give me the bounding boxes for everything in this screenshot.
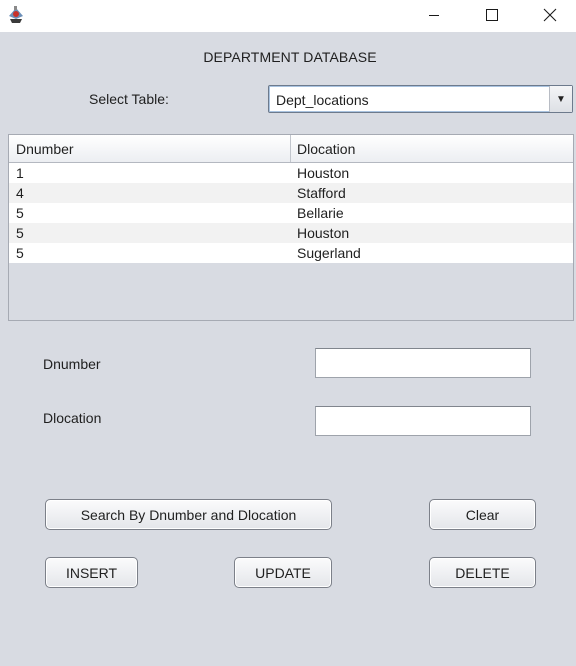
close-button[interactable] [521, 0, 576, 30]
maximize-button[interactable] [463, 0, 521, 30]
maximize-icon [486, 9, 498, 21]
cell-dnumber: 5 [16, 205, 24, 221]
table-row[interactable]: 4 Stafford [9, 183, 573, 203]
table-select[interactable]: Dept_locations ▼ [268, 85, 573, 113]
dnumber-label: Dnumber [43, 356, 101, 372]
table-header: Dnumber Dlocation [9, 135, 573, 163]
table-select-value: Dept_locations [276, 92, 369, 108]
insert-button[interactable]: INSERT [45, 557, 138, 588]
cell-dnumber: 5 [16, 245, 24, 261]
chevron-down-icon[interactable]: ▼ [549, 86, 572, 112]
dlocation-label: Dlocation [43, 410, 102, 426]
column-divider[interactable] [290, 135, 291, 162]
minimize-icon [428, 9, 440, 21]
close-icon [543, 8, 557, 22]
cell-dnumber: 5 [16, 225, 24, 241]
cell-dlocation: Houston [297, 225, 350, 241]
table-row[interactable]: 1 Houston [9, 163, 573, 183]
cell-dlocation: Bellarie [297, 205, 344, 221]
minimize-button[interactable] [405, 0, 463, 30]
delete-button[interactable]: DELETE [429, 557, 536, 588]
clear-button[interactable]: Clear [429, 499, 536, 530]
table-row[interactable]: 5 Bellarie [9, 203, 573, 223]
dnumber-field[interactable] [315, 348, 531, 378]
update-button[interactable]: UPDATE [234, 557, 332, 588]
cell-dnumber: 1 [16, 165, 24, 181]
column-header-dnumber[interactable]: Dnumber [16, 141, 74, 157]
java-cup-icon[interactable] [6, 5, 26, 25]
column-header-dlocation[interactable]: Dlocation [297, 141, 355, 157]
cell-dlocation: Sugerland [297, 245, 361, 261]
search-button[interactable]: Search By Dnumber and Dlocation [45, 499, 332, 530]
table-row[interactable]: 5 Houston [9, 223, 573, 243]
select-table-label: Select Table: [89, 91, 169, 107]
data-table: Dnumber Dlocation 1 Houston 4 Stafford 5… [8, 134, 574, 321]
cell-dnumber: 4 [16, 185, 24, 201]
dlocation-field[interactable] [315, 406, 531, 436]
cell-dlocation: Stafford [297, 185, 346, 201]
table-body: 1 Houston 4 Stafford 5 Bellarie 5 Housto… [9, 163, 573, 263]
table-row[interactable]: 5 Sugerland [9, 243, 573, 263]
cell-dlocation: Houston [297, 165, 350, 181]
page-title: DEPARTMENT DATABASE [203, 49, 377, 65]
title-bar [0, 0, 576, 32]
